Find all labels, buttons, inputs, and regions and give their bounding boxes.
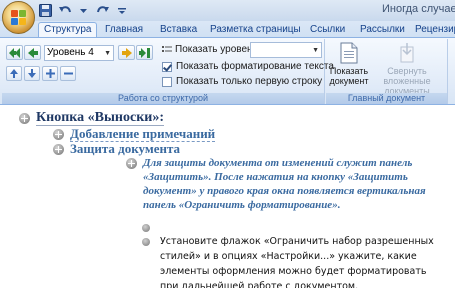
heading-level-2-protect: Защита документа	[70, 141, 180, 156]
show-level-combo[interactable]: ▼	[250, 42, 322, 58]
expand-button[interactable]	[42, 66, 58, 81]
outline-tools-group: Уровень 4 ▼ Показать уровень: ▼ Показать…	[2, 39, 334, 104]
first-line-checkbox[interactable]	[162, 76, 172, 87]
move-down-button[interactable]	[24, 66, 40, 81]
office-button[interactable]	[2, 1, 35, 34]
move-up-button[interactable]	[6, 66, 22, 81]
window-title: Иногда случаетс	[382, 3, 455, 15]
master-document-group: Показать документ Свернуть вложенные док…	[326, 39, 448, 104]
tab-home[interactable]: Главная	[100, 23, 148, 38]
italic-paragraph: Для защиты документа от изменений служит…	[143, 157, 426, 211]
promote-button[interactable]	[24, 45, 41, 60]
tab-insert[interactable]: Вставка	[155, 23, 202, 38]
first-line-label: Показать только первую строку	[176, 76, 323, 87]
show-formatting-label: Показать форматирование текста	[176, 61, 334, 72]
first-line-row[interactable]: Показать только первую строку	[162, 75, 322, 88]
collapse-button[interactable]	[60, 66, 76, 81]
tab-review[interactable]: Рецензир	[410, 23, 455, 38]
body-paragraph: Установите флажок «Ограничить набор разр…	[160, 236, 434, 288]
show-level-icon	[162, 45, 172, 52]
demote-to-body-text-button[interactable]	[136, 45, 153, 60]
quick-access-toolbar	[38, 2, 129, 19]
tab-page-layout[interactable]: Разметка страницы	[205, 23, 306, 38]
outline-expand-icon[interactable]	[53, 144, 64, 155]
chevron-down-icon[interactable]: ▼	[312, 44, 319, 58]
collapse-subdocuments-icon	[400, 43, 414, 63]
document-icon	[340, 42, 358, 64]
customize-icon[interactable]	[114, 3, 129, 18]
ribbon-tab-row: Структура Главная Вставка Разметка стран…	[0, 21, 455, 39]
tab-references[interactable]: Ссылки	[305, 23, 350, 38]
outline-level-combo[interactable]: Уровень 4 ▼	[44, 45, 114, 61]
show-document-label: Показать документ	[329, 66, 369, 86]
body-text-bullet	[142, 238, 150, 246]
show-formatting-checkbox[interactable]	[162, 61, 172, 72]
redo-icon[interactable]	[95, 3, 110, 18]
body-text-bullet	[142, 224, 150, 232]
ribbon: Уровень 4 ▼ Показать уровень: ▼ Показать…	[0, 37, 455, 105]
show-formatting-row[interactable]: Показать форматирование текста	[162, 60, 334, 73]
save-icon[interactable]	[38, 3, 53, 18]
tab-mailings[interactable]: Рассылки	[355, 23, 410, 38]
outline-expand-icon[interactable]	[53, 129, 64, 140]
outline-group-label: Работа со структурой	[2, 93, 324, 104]
document-area[interactable]: Кнопка «Выноски»: Добавление примечаний …	[0, 106, 455, 288]
chevron-down-icon[interactable]: ▼	[104, 47, 111, 61]
heading-level-2-comments: Добавление примечаний	[70, 126, 216, 142]
dropdown-chevron-icon[interactable]	[76, 3, 91, 18]
undo-icon[interactable]	[57, 3, 72, 18]
office-logo-icon	[11, 10, 27, 26]
heading-level-1-text: Кнопка «Выноски»:	[36, 110, 164, 126]
collapse-subdocuments-label: Свернуть вложенные документы	[383, 66, 431, 96]
show-level-label: Показать уровень:	[175, 44, 261, 55]
heading-level-2-comments-text: Добавление примечаний	[70, 126, 216, 142]
title-bar: Иногда случаетс	[0, 0, 455, 21]
master-group-label: Главный документ	[326, 93, 447, 104]
outline-expand-icon[interactable]	[19, 113, 30, 124]
demote-button[interactable]	[118, 45, 135, 60]
promote-to-heading1-button[interactable]	[6, 45, 23, 60]
show-level-row: Показать уровень:	[162, 43, 261, 56]
outline-level-value: Уровень 4	[47, 47, 94, 58]
heading-level-1: Кнопка «Выноски»:	[36, 110, 164, 126]
outline-expand-icon[interactable]	[126, 158, 137, 169]
collapse-subdocuments-button[interactable]: Свернуть вложенные документы	[370, 42, 444, 96]
show-document-button[interactable]: Показать документ	[329, 42, 369, 86]
